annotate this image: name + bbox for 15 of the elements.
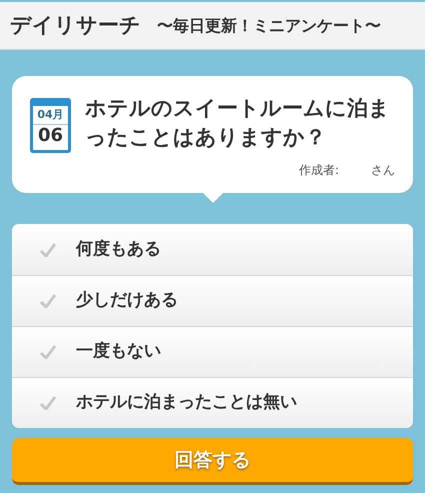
answer-option[interactable]: ホテルに泊まったことは無い: [12, 377, 413, 428]
answer-option[interactable]: 一度もない: [12, 326, 413, 377]
question-text: ホテルのスイートルームに泊まったことはありますか？: [85, 95, 391, 151]
app-title: デイリサーチ: [10, 12, 141, 39]
check-icon: [40, 242, 56, 256]
check-icon: [40, 396, 56, 410]
author-name: さん: [371, 162, 395, 179]
answer-option[interactable]: 何度もある: [12, 224, 413, 275]
calendar-month: 04月: [33, 106, 68, 125]
calendar-day: 06: [38, 125, 64, 147]
check-icon: [40, 294, 56, 308]
answer-option[interactable]: 少しだけある: [12, 275, 413, 326]
author-label: 作成者:: [298, 162, 339, 179]
check-icon: [40, 345, 56, 359]
app-subtitle: 〜毎日更新！ミニアンケート〜: [157, 14, 381, 36]
